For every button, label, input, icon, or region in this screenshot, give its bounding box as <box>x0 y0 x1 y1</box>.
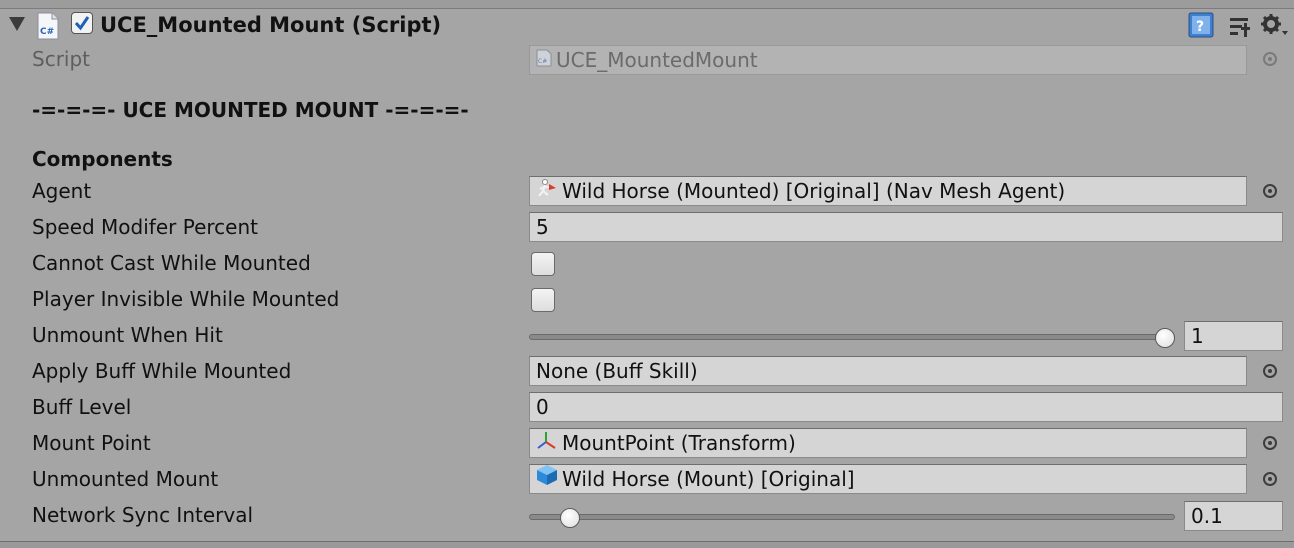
preset-sliders-icon[interactable] <box>1228 14 1252 42</box>
script-label: Script <box>32 47 91 71</box>
network-sync-value-input[interactable]: 0.1 <box>1184 501 1283 531</box>
network-sync-slider-track[interactable] <box>529 514 1175 520</box>
csharp-script-icon: C# <box>536 46 552 74</box>
unmounted-mount-label: Unmounted Mount <box>32 467 219 491</box>
svg-text:C#: C# <box>40 27 54 37</box>
cannot-cast-checkbox[interactable] <box>531 252 555 276</box>
mount-point-field[interactable]: MountPoint (Transform) <box>529 428 1247 458</box>
unmounted-mount-field[interactable]: Wild Horse (Mount) [Original] <box>529 464 1247 494</box>
network-sync-slider-thumb[interactable] <box>560 508 581 528</box>
unmounted-mount-object-picker[interactable] <box>1263 472 1277 486</box>
bottom-divider <box>0 541 1294 548</box>
unmount-when-hit-value-input[interactable]: 1 <box>1184 321 1283 351</box>
top-divider <box>0 0 1294 9</box>
cannot-cast-label: Cannot Cast While Mounted <box>32 251 311 275</box>
buff-level-label: Buff Level <box>32 395 132 419</box>
player-invisible-label: Player Invisible While Mounted <box>32 287 340 311</box>
agent-field[interactable]: Wild Horse (Mounted) [Original] (Nav Mes… <box>529 176 1247 206</box>
speed-modifier-label: Speed Modifer Percent <box>32 215 258 239</box>
csharp-script-icon: C# <box>36 12 60 40</box>
gear-menu-icon[interactable] <box>1260 13 1290 43</box>
apply-buff-object-picker[interactable] <box>1263 364 1277 378</box>
foldout-arrow-icon[interactable] <box>9 17 25 31</box>
section-heading: -=-=-=- UCE MOUNTED MOUNT -=-=-=- <box>32 98 469 122</box>
mount-point-object-picker[interactable] <box>1263 436 1277 450</box>
agent-object-picker[interactable] <box>1263 184 1277 198</box>
nav-mesh-agent-icon <box>536 177 558 205</box>
unmount-when-hit-slider-track[interactable] <box>529 334 1175 340</box>
buff-level-input[interactable]: 0 <box>529 392 1283 422</box>
speed-modifier-input[interactable]: 5 <box>529 212 1283 242</box>
svg-text:?: ? <box>1196 19 1204 35</box>
component-title: UCE_Mounted Mount (Script) <box>100 13 442 37</box>
transform-axes-icon <box>536 429 558 457</box>
components-heading: Components <box>32 147 173 171</box>
mount-point-label: Mount Point <box>32 431 151 455</box>
apply-buff-label: Apply Buff While Mounted <box>32 359 292 383</box>
help-book-icon[interactable]: ? <box>1188 12 1214 42</box>
svg-text:C#: C# <box>538 58 547 65</box>
script-object-picker <box>1263 52 1277 66</box>
unmount-when-hit-slider-thumb[interactable] <box>1155 328 1175 348</box>
unmount-when-hit-label: Unmount When Hit <box>32 323 223 347</box>
prefab-cube-icon <box>536 465 558 493</box>
component-header[interactable]: C# UCE_Mounted Mount (Script) ? <box>0 9 1294 43</box>
network-sync-label: Network Sync Interval <box>32 503 254 527</box>
script-field[interactable]: C# UCE_MountedMount <box>529 45 1247 75</box>
player-invisible-checkbox[interactable] <box>531 288 555 312</box>
agent-label: Agent <box>32 179 92 203</box>
apply-buff-field[interactable]: None (Buff Skill) <box>529 356 1247 386</box>
component-enabled-checkbox[interactable] <box>71 12 93 34</box>
